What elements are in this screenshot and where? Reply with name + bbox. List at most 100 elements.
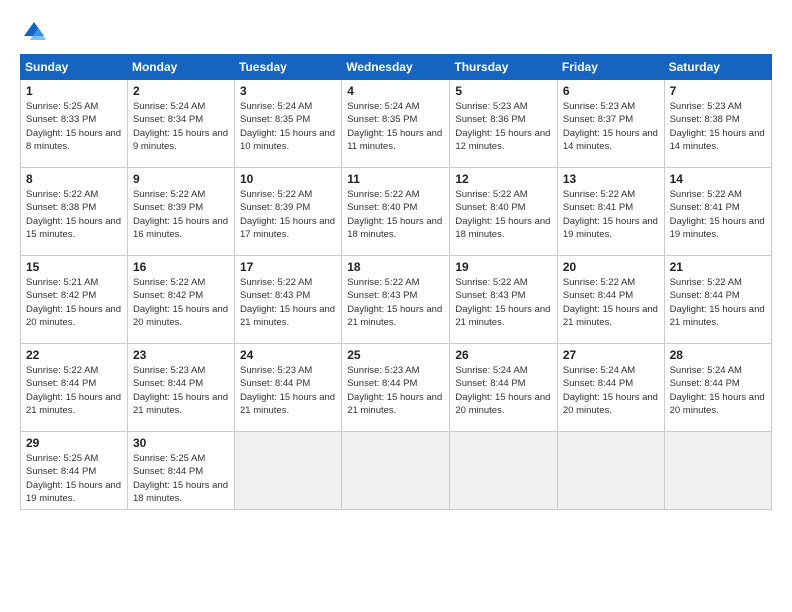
day-number: 14 bbox=[670, 172, 766, 186]
calendar-day-cell bbox=[342, 432, 450, 510]
day-number: 13 bbox=[563, 172, 659, 186]
col-thursday: Thursday bbox=[450, 55, 558, 80]
calendar-day-cell: 3 Sunrise: 5:24 AM Sunset: 8:35 PM Daylig… bbox=[235, 80, 342, 168]
calendar-day-cell bbox=[450, 432, 558, 510]
calendar-day-cell: 7Sunrise: 5:23 AM Sunset: 8:38 PM Daylig… bbox=[664, 80, 771, 168]
calendar-day-cell: 26 Sunrise: 5:24 AM Sunset: 8:44 PM Dayli… bbox=[450, 344, 558, 432]
day-info: Sunrise: 5:22 AM Sunset: 8:40 PM Dayligh… bbox=[347, 188, 444, 241]
day-info: Sunrise: 5:22 AM Sunset: 8:43 PM Dayligh… bbox=[347, 276, 444, 329]
calendar-day-cell: 22Sunrise: 5:22 AM Sunset: 8:44 PM Dayli… bbox=[21, 344, 128, 432]
calendar-week-row: 8 Sunrise: 5:22 AM Sunset: 8:38 PM Daylig… bbox=[21, 168, 772, 256]
day-info: Sunrise: 5:22 AM Sunset: 8:44 PM Dayligh… bbox=[563, 276, 659, 329]
day-number: 20 bbox=[563, 260, 659, 274]
day-number: 22 bbox=[26, 348, 122, 362]
calendar-day-cell bbox=[235, 432, 342, 510]
calendar-day-cell: 4 Sunrise: 5:24 AM Sunset: 8:35 PM Daylig… bbox=[342, 80, 450, 168]
calendar-day-cell bbox=[664, 432, 771, 510]
calendar-day-cell: 27 Sunrise: 5:24 AM Sunset: 8:44 PM Dayli… bbox=[557, 344, 664, 432]
col-sunday: Sunday bbox=[21, 55, 128, 80]
day-number: 5 bbox=[455, 84, 552, 98]
day-info: Sunrise: 5:22 AM Sunset: 8:44 PM Dayligh… bbox=[670, 276, 766, 329]
calendar-day-cell: 1 Sunrise: 5:25 AM Sunset: 8:33 PM Daylig… bbox=[21, 80, 128, 168]
day-info: Sunrise: 5:25 AM Sunset: 8:44 PM Dayligh… bbox=[133, 452, 229, 505]
day-number: 30 bbox=[133, 436, 229, 450]
logo-icon bbox=[20, 18, 48, 46]
day-number: 1 bbox=[26, 84, 122, 98]
calendar-day-cell: 6 Sunrise: 5:23 AM Sunset: 8:37 PM Daylig… bbox=[557, 80, 664, 168]
day-info: Sunrise: 5:22 AM Sunset: 8:43 PM Dayligh… bbox=[455, 276, 552, 329]
calendar-day-cell: 10 Sunrise: 5:22 AM Sunset: 8:39 PM Dayli… bbox=[235, 168, 342, 256]
col-friday: Friday bbox=[557, 55, 664, 80]
calendar-day-cell: 18 Sunrise: 5:22 AM Sunset: 8:43 PM Dayli… bbox=[342, 256, 450, 344]
day-info: Sunrise: 5:22 AM Sunset: 8:38 PM Dayligh… bbox=[26, 188, 122, 241]
day-info: Sunrise: 5:25 AM Sunset: 8:44 PM Dayligh… bbox=[26, 452, 122, 505]
calendar-day-cell: 12 Sunrise: 5:22 AM Sunset: 8:40 PM Dayli… bbox=[450, 168, 558, 256]
calendar-week-row: 22Sunrise: 5:22 AM Sunset: 8:44 PM Dayli… bbox=[21, 344, 772, 432]
day-info: Sunrise: 5:23 AM Sunset: 8:37 PM Dayligh… bbox=[563, 100, 659, 153]
calendar-header-row: Sunday Monday Tuesday Wednesday Thursday… bbox=[21, 55, 772, 80]
calendar-day-cell: 20 Sunrise: 5:22 AM Sunset: 8:44 PM Dayli… bbox=[557, 256, 664, 344]
day-number: 3 bbox=[240, 84, 336, 98]
calendar-day-cell bbox=[557, 432, 664, 510]
calendar-day-cell: 15Sunrise: 5:21 AM Sunset: 8:42 PM Dayli… bbox=[21, 256, 128, 344]
day-number: 16 bbox=[133, 260, 229, 274]
day-number: 19 bbox=[455, 260, 552, 274]
page: Sunday Monday Tuesday Wednesday Thursday… bbox=[0, 0, 792, 612]
day-info: Sunrise: 5:25 AM Sunset: 8:33 PM Dayligh… bbox=[26, 100, 122, 153]
day-info: Sunrise: 5:24 AM Sunset: 8:44 PM Dayligh… bbox=[670, 364, 766, 417]
day-number: 15 bbox=[26, 260, 122, 274]
calendar-day-cell: 23 Sunrise: 5:23 AM Sunset: 8:44 PM Dayli… bbox=[127, 344, 234, 432]
day-info: Sunrise: 5:24 AM Sunset: 8:44 PM Dayligh… bbox=[563, 364, 659, 417]
calendar-day-cell: 30 Sunrise: 5:25 AM Sunset: 8:44 PM Dayli… bbox=[127, 432, 234, 510]
col-saturday: Saturday bbox=[664, 55, 771, 80]
day-info: Sunrise: 5:24 AM Sunset: 8:44 PM Dayligh… bbox=[455, 364, 552, 417]
calendar-day-cell: 11 Sunrise: 5:22 AM Sunset: 8:40 PM Dayli… bbox=[342, 168, 450, 256]
day-number: 23 bbox=[133, 348, 229, 362]
day-number: 12 bbox=[455, 172, 552, 186]
calendar-day-cell: 21 Sunrise: 5:22 AM Sunset: 8:44 PM Dayli… bbox=[664, 256, 771, 344]
day-number: 6 bbox=[563, 84, 659, 98]
day-number: 10 bbox=[240, 172, 336, 186]
day-info: Sunrise: 5:22 AM Sunset: 8:42 PM Dayligh… bbox=[133, 276, 229, 329]
day-info: Sunrise: 5:24 AM Sunset: 8:34 PM Dayligh… bbox=[133, 100, 229, 153]
calendar-day-cell: 19 Sunrise: 5:22 AM Sunset: 8:43 PM Dayli… bbox=[450, 256, 558, 344]
day-number: 24 bbox=[240, 348, 336, 362]
calendar-day-cell: 25Sunrise: 5:23 AM Sunset: 8:44 PM Dayli… bbox=[342, 344, 450, 432]
calendar-day-cell: 24 Sunrise: 5:23 AM Sunset: 8:44 PM Dayli… bbox=[235, 344, 342, 432]
day-info: Sunrise: 5:24 AM Sunset: 8:35 PM Dayligh… bbox=[347, 100, 444, 153]
day-info: Sunrise: 5:22 AM Sunset: 8:41 PM Dayligh… bbox=[563, 188, 659, 241]
day-info: Sunrise: 5:22 AM Sunset: 8:41 PM Dayligh… bbox=[670, 188, 766, 241]
day-info: Sunrise: 5:22 AM Sunset: 8:39 PM Dayligh… bbox=[240, 188, 336, 241]
day-number: 17 bbox=[240, 260, 336, 274]
col-tuesday: Tuesday bbox=[235, 55, 342, 80]
day-number: 18 bbox=[347, 260, 444, 274]
calendar-day-cell: 17 Sunrise: 5:22 AM Sunset: 8:43 PM Dayli… bbox=[235, 256, 342, 344]
day-number: 11 bbox=[347, 172, 444, 186]
calendar-day-cell: 9Sunrise: 5:22 AM Sunset: 8:39 PM Daylig… bbox=[127, 168, 234, 256]
calendar-day-cell: 16 Sunrise: 5:22 AM Sunset: 8:42 PM Dayli… bbox=[127, 256, 234, 344]
header bbox=[20, 18, 772, 46]
logo bbox=[20, 18, 52, 46]
calendar-day-cell: 5Sunrise: 5:23 AM Sunset: 8:36 PM Daylig… bbox=[450, 80, 558, 168]
day-number: 4 bbox=[347, 84, 444, 98]
day-info: Sunrise: 5:22 AM Sunset: 8:39 PM Dayligh… bbox=[133, 188, 229, 241]
day-number: 29 bbox=[26, 436, 122, 450]
day-number: 2 bbox=[133, 84, 229, 98]
day-number: 8 bbox=[26, 172, 122, 186]
day-info: Sunrise: 5:23 AM Sunset: 8:44 PM Dayligh… bbox=[133, 364, 229, 417]
day-info: Sunrise: 5:23 AM Sunset: 8:38 PM Dayligh… bbox=[670, 100, 766, 153]
calendar-week-row: 29 Sunrise: 5:25 AM Sunset: 8:44 PM Dayli… bbox=[21, 432, 772, 510]
calendar-day-cell: 28Sunrise: 5:24 AM Sunset: 8:44 PM Dayli… bbox=[664, 344, 771, 432]
day-number: 27 bbox=[563, 348, 659, 362]
day-number: 25 bbox=[347, 348, 444, 362]
calendar: Sunday Monday Tuesday Wednesday Thursday… bbox=[20, 54, 772, 510]
day-number: 26 bbox=[455, 348, 552, 362]
calendar-week-row: 15Sunrise: 5:21 AM Sunset: 8:42 PM Dayli… bbox=[21, 256, 772, 344]
day-info: Sunrise: 5:23 AM Sunset: 8:44 PM Dayligh… bbox=[240, 364, 336, 417]
calendar-day-cell: 14 Sunrise: 5:22 AM Sunset: 8:41 PM Dayli… bbox=[664, 168, 771, 256]
day-info: Sunrise: 5:24 AM Sunset: 8:35 PM Dayligh… bbox=[240, 100, 336, 153]
calendar-day-cell: 29 Sunrise: 5:25 AM Sunset: 8:44 PM Dayli… bbox=[21, 432, 128, 510]
day-number: 21 bbox=[670, 260, 766, 274]
day-info: Sunrise: 5:22 AM Sunset: 8:40 PM Dayligh… bbox=[455, 188, 552, 241]
day-info: Sunrise: 5:22 AM Sunset: 8:43 PM Dayligh… bbox=[240, 276, 336, 329]
